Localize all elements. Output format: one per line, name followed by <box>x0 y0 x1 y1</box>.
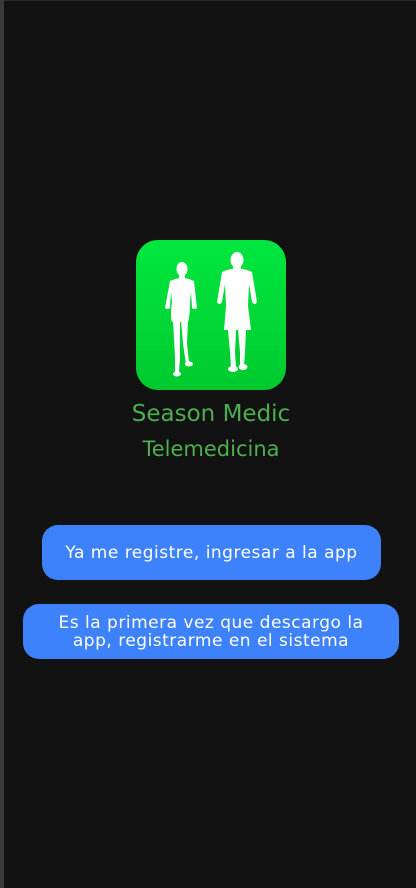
app-logo <box>136 240 286 390</box>
login-button-label: Ya me registre, ingresar a la app <box>65 542 358 563</box>
two-people-walking-icon <box>165 252 257 377</box>
app-subtitle: Telemedicina <box>142 437 280 461</box>
login-button[interactable]: Ya me registre, ingresar a la app <box>42 525 381 580</box>
register-button[interactable]: Es la primera vez que descargo la app, r… <box>23 604 399 659</box>
window-top-edge <box>0 0 416 1</box>
person-right-silhouette <box>217 252 257 372</box>
app-title: Season Medic <box>131 401 291 427</box>
person-left-silhouette <box>165 262 197 377</box>
register-button-label: Es la primera vez que descargo la app, r… <box>58 612 364 651</box>
